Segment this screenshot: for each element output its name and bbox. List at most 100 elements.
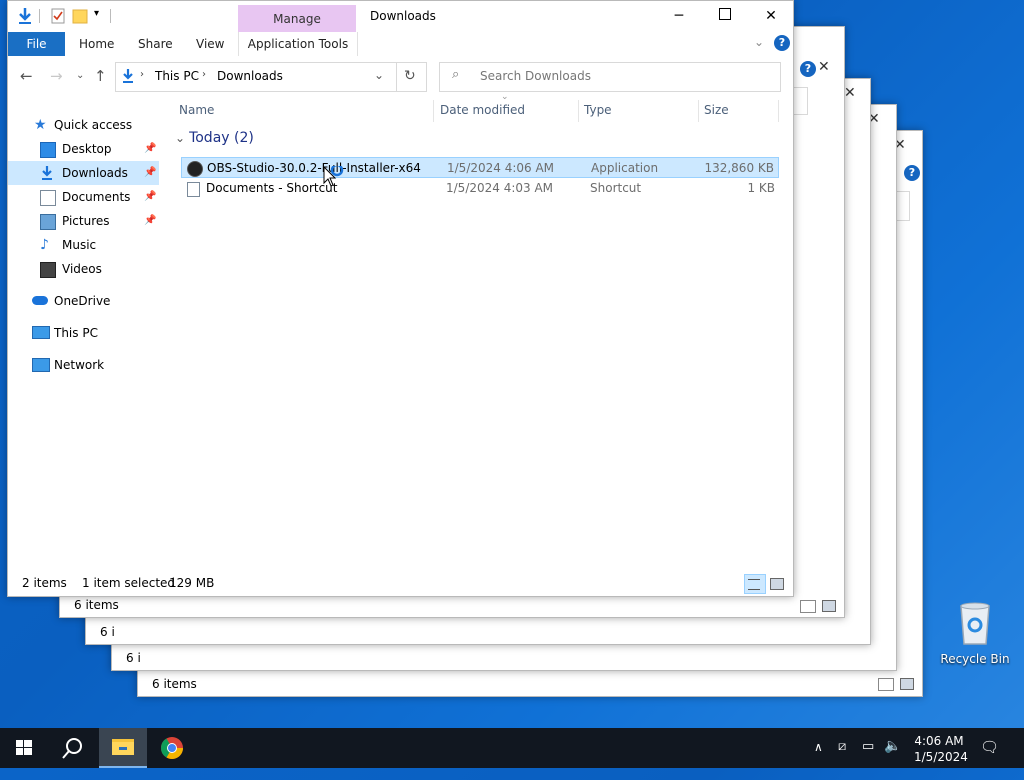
sidebar-item-this-pc[interactable]: This PC <box>8 321 159 345</box>
close-icon[interactable]: ✕ <box>844 85 856 101</box>
column-header-name[interactable]: Name <box>179 96 214 124</box>
file-type: Shortcut <box>590 181 642 195</box>
downloads-location-icon <box>123 69 133 83</box>
sidebar-item-music[interactable]: ♪ Music <box>8 233 159 257</box>
close-button[interactable]: ✕ <box>748 1 794 32</box>
recycle-bin-label: Recycle Bin <box>940 652 1010 666</box>
qat-separator <box>110 9 111 23</box>
collapse-chevron-icon: ⌄ <box>175 131 186 145</box>
up-arrow-icon[interactable]: ↑ <box>94 67 107 85</box>
status-bar: 6 items <box>138 674 922 696</box>
status-item-count: 6 items <box>74 598 119 612</box>
properties-icon[interactable] <box>50 7 66 25</box>
sidebar-item-videos[interactable]: Videos <box>8 257 159 281</box>
tab-home[interactable]: Home <box>79 32 114 56</box>
file-date: 1/5/2024 4:06 AM <box>447 161 555 175</box>
column-header-size[interactable]: Size <box>704 96 729 124</box>
action-center-icon[interactable]: 🗨 <box>980 738 999 778</box>
network-status-icon[interactable]: ▭ <box>862 739 874 779</box>
back-arrow-icon[interactable]: ← <box>20 67 33 85</box>
column-separator[interactable] <box>698 100 699 122</box>
file-type: Application <box>591 161 659 175</box>
breadcrumb-this-pc[interactable]: This PC <box>155 69 199 83</box>
sidebar-item-desktop[interactable]: Desktop 📌 <box>8 137 159 161</box>
file-name: Documents - Shortcut <box>206 181 338 195</box>
pin-icon[interactable]: 📌 <box>144 185 156 209</box>
search-icon <box>62 738 82 759</box>
tab-share[interactable]: Share <box>138 32 173 56</box>
mouse-pointer-busy-icon <box>323 166 344 187</box>
help-icon[interactable]: ? <box>800 61 816 77</box>
network-disconnected-icon[interactable]: ⧄ <box>838 739 846 779</box>
file-explorer-taskbar-button[interactable] <box>99 728 147 768</box>
recent-locations-icon[interactable]: ⌄ <box>76 70 84 81</box>
start-button[interactable] <box>0 728 48 768</box>
title-bar[interactable]: ▾ Manage Downloads ─ ✕ <box>8 1 793 32</box>
sidebar-item-network[interactable]: Network <box>8 353 159 377</box>
tab-file[interactable]: File <box>8 32 65 56</box>
address-bar[interactable]: › This PC › Downloads ⌄ ↻ <box>115 62 427 92</box>
sidebar-item-pictures[interactable]: Pictures 📌 <box>8 209 159 233</box>
address-separator <box>396 63 397 91</box>
pin-icon[interactable]: 📌 <box>144 209 156 233</box>
ribbon-tabs: File Home Share View Application Tools ⌄… <box>8 32 793 57</box>
file-row-obs-installer[interactable]: OBS-Studio-30.0.2-Full-Installer-x64 1/5… <box>181 157 779 178</box>
address-dropdown-icon[interactable]: ⌄ <box>374 68 384 82</box>
explorer-window[interactable]: ▾ Manage Downloads ─ ✕ File Home Share V… <box>7 0 794 597</box>
window-title: Downloads <box>370 9 436 23</box>
sidebar-item-quick-access[interactable]: ★ Quick access <box>8 113 159 137</box>
close-icon[interactable]: ✕ <box>818 59 830 75</box>
column-header-date-modified[interactable]: Date modified <box>440 96 525 124</box>
refresh-icon[interactable]: ↻ <box>404 68 416 84</box>
qat-separator <box>39 9 40 23</box>
column-separator[interactable] <box>578 100 579 122</box>
pin-icon[interactable]: 📌 <box>144 161 156 185</box>
help-icon[interactable]: ? <box>774 35 790 51</box>
sidebar-item-documents[interactable]: Documents 📌 <box>8 185 159 209</box>
sort-indicator-icon: ⌄ <box>501 92 509 102</box>
search-button[interactable] <box>48 728 96 768</box>
large-icons-view-icon[interactable] <box>900 678 914 690</box>
obs-app-icon <box>187 161 203 177</box>
new-folder-icon[interactable] <box>72 7 88 25</box>
tab-application-tools[interactable]: Application Tools <box>238 32 358 56</box>
column-separator[interactable] <box>433 100 434 122</box>
chrome-taskbar-button[interactable] <box>148 728 196 768</box>
pin-icon[interactable]: 📌 <box>144 137 156 161</box>
downloads-arrow-icon[interactable] <box>16 7 34 25</box>
qat-customize-icon[interactable]: ▾ <box>94 8 99 19</box>
tab-view[interactable]: View <box>196 32 224 56</box>
shortcut-file-icon <box>187 182 200 197</box>
maximize-button[interactable] <box>702 1 748 32</box>
breadcrumb-downloads[interactable]: Downloads <box>217 69 283 83</box>
minimize-button[interactable]: ─ <box>656 1 702 32</box>
volume-muted-icon[interactable]: 🔈 <box>884 738 901 778</box>
recycle-bin-shortcut[interactable]: Recycle Bin <box>940 600 1010 666</box>
breadcrumb-chevron-icon: › <box>140 69 144 80</box>
large-icons-view-icon[interactable] <box>822 600 836 612</box>
status-selected-count: 1 item selected <box>82 576 176 590</box>
ribbon-expand-icon[interactable]: ⌄ <box>754 35 764 49</box>
details-view-icon[interactable] <box>878 678 894 691</box>
clock[interactable]: 4:06 AM 1/5/2024 <box>914 733 968 773</box>
column-separator[interactable] <box>778 100 779 122</box>
group-header-today[interactable]: ⌄ Today (2) <box>175 130 254 146</box>
search-icon: ⌕ <box>452 67 460 82</box>
help-icon[interactable]: ? <box>904 165 920 181</box>
show-hidden-icons-chevron-icon[interactable]: ∧ <box>814 740 823 780</box>
navbar-fragment <box>792 87 808 115</box>
sidebar-item-downloads[interactable]: Downloads 📌 <box>8 161 159 185</box>
details-view-icon[interactable] <box>800 600 816 613</box>
status-item-count: 6 i <box>126 651 141 665</box>
network-icon <box>32 358 50 372</box>
column-header-type[interactable]: Type <box>584 96 612 124</box>
file-date: 1/5/2024 4:03 AM <box>446 181 554 195</box>
large-icons-view-icon[interactable] <box>770 578 784 590</box>
recycle-bin-icon <box>960 602 990 645</box>
file-row-documents-shortcut[interactable]: Documents - Shortcut 1/5/2024 4:03 AM Sh… <box>181 178 779 199</box>
forward-arrow-icon[interactable]: → <box>50 67 63 85</box>
search-input[interactable]: ⌕ Search Downloads <box>439 62 781 92</box>
details-view-button[interactable] <box>744 574 766 594</box>
sidebar-item-onedrive[interactable]: OneDrive <box>8 289 159 313</box>
manage-context-tab-group: Manage <box>238 5 356 32</box>
